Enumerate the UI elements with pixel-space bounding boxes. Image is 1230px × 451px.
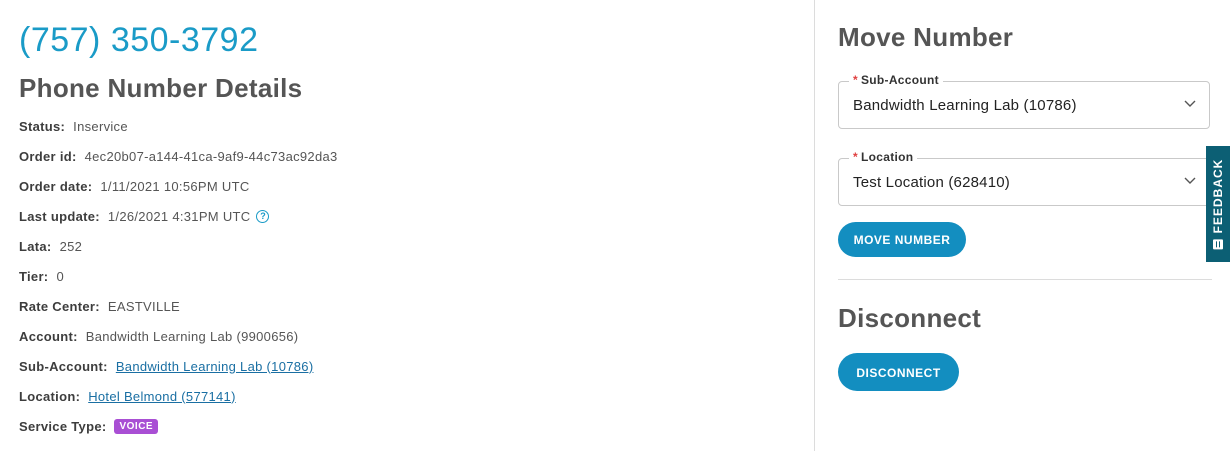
sub-account-select[interactable]: * Sub-Account Bandwidth Learning Lab (107…	[838, 73, 1210, 129]
detail-row-location: Location: Hotel Belmond (577141)	[19, 386, 236, 406]
detail-label: Service Type:	[19, 418, 107, 434]
required-marker: *	[853, 150, 858, 164]
location-field-label: * Location	[849, 150, 918, 164]
service-type-badge: VOICE	[114, 418, 159, 434]
help-icon[interactable]: ?	[256, 209, 270, 223]
detail-label: Order id:	[19, 148, 77, 164]
sub-account-field-label: * Sub-Account	[849, 73, 943, 87]
panel-divider	[814, 0, 815, 451]
detail-label: Status:	[19, 118, 66, 134]
detail-row-order-id: Order id: 4ec20b07-a144-41ca-9af9-44c73a…	[19, 146, 338, 166]
detail-label: Lata:	[19, 238, 52, 254]
detail-value: EASTVILLE	[107, 298, 180, 314]
detail-label: Sub-Account:	[19, 358, 108, 374]
actions-panel: Move Number * Sub-Account Bandwidth Learn…	[838, 0, 1212, 451]
location-link[interactable]: Hotel Belmond (577141)	[88, 389, 236, 404]
feedback-tab-content: FEEDBACK	[1211, 159, 1225, 250]
phone-number-title: (757) 350-3792	[19, 21, 259, 59]
disconnect-button[interactable]: DISCONNECT	[838, 353, 959, 391]
location-selected-value: Test Location (628410)	[853, 174, 1011, 191]
detail-label: Location:	[19, 388, 81, 404]
section-divider	[838, 279, 1212, 280]
detail-row-lata: Lata: 252	[19, 236, 82, 256]
location-select[interactable]: * Location Test Location (628410)	[838, 150, 1210, 206]
detail-row-tier: Tier: 0	[19, 266, 64, 286]
detail-value: 0	[56, 268, 64, 284]
detail-row-sub-account: Sub-Account: Bandwidth Learning Lab (107…	[19, 356, 313, 376]
detail-row-status: Status: Inservice	[19, 116, 128, 136]
detail-row-last-update: Last update: 1/26/2021 4:31PM UTC ?	[19, 206, 270, 226]
feedback-icon	[1213, 239, 1223, 250]
detail-label: Rate Center:	[19, 298, 100, 314]
location-label-text: Location	[860, 150, 914, 164]
detail-value: 252	[59, 238, 83, 254]
move-number-heading: Move Number	[838, 22, 1014, 52]
sub-account-label-text: Sub-Account	[860, 73, 939, 87]
detail-label: Order date:	[19, 178, 93, 194]
details-heading: Phone Number Details	[19, 73, 303, 103]
detail-label: Last update:	[19, 208, 100, 224]
detail-value: Inservice	[73, 118, 128, 134]
detail-row-order-date: Order date: 1/11/2021 10:56PM UTC	[19, 176, 250, 196]
detail-value: 4ec20b07-a144-41ca-9af9-44c73ac92da3	[84, 148, 338, 164]
detail-row-account: Account: Bandwidth Learning Lab (9900656…	[19, 326, 298, 346]
chevron-down-icon	[1184, 100, 1196, 107]
required-marker: *	[853, 73, 858, 87]
phone-details-panel: (757) 350-3792 Phone Number Details Stat…	[19, 0, 799, 451]
detail-label: Tier:	[19, 268, 49, 284]
feedback-label: FEEDBACK	[1211, 158, 1225, 234]
disconnect-heading: Disconnect	[838, 303, 982, 333]
sub-account-selected-value: Bandwidth Learning Lab (10786)	[853, 97, 1077, 114]
move-number-button[interactable]: MOVE NUMBER	[838, 222, 966, 257]
sub-account-link[interactable]: Bandwidth Learning Lab (10786)	[116, 359, 314, 374]
feedback-tab[interactable]: FEEDBACK	[1206, 146, 1230, 262]
detail-label: Account:	[19, 328, 78, 344]
detail-row-service-type: Service Type: VOICE	[19, 416, 159, 436]
detail-row-rate-center: Rate Center: EASTVILLE	[19, 296, 180, 316]
chevron-down-icon	[1184, 177, 1196, 184]
detail-value: 1/26/2021 4:31PM UTC	[107, 208, 251, 224]
detail-value: Bandwidth Learning Lab (9900656)	[85, 328, 299, 344]
detail-value: 1/11/2021 10:56PM UTC	[100, 178, 250, 194]
